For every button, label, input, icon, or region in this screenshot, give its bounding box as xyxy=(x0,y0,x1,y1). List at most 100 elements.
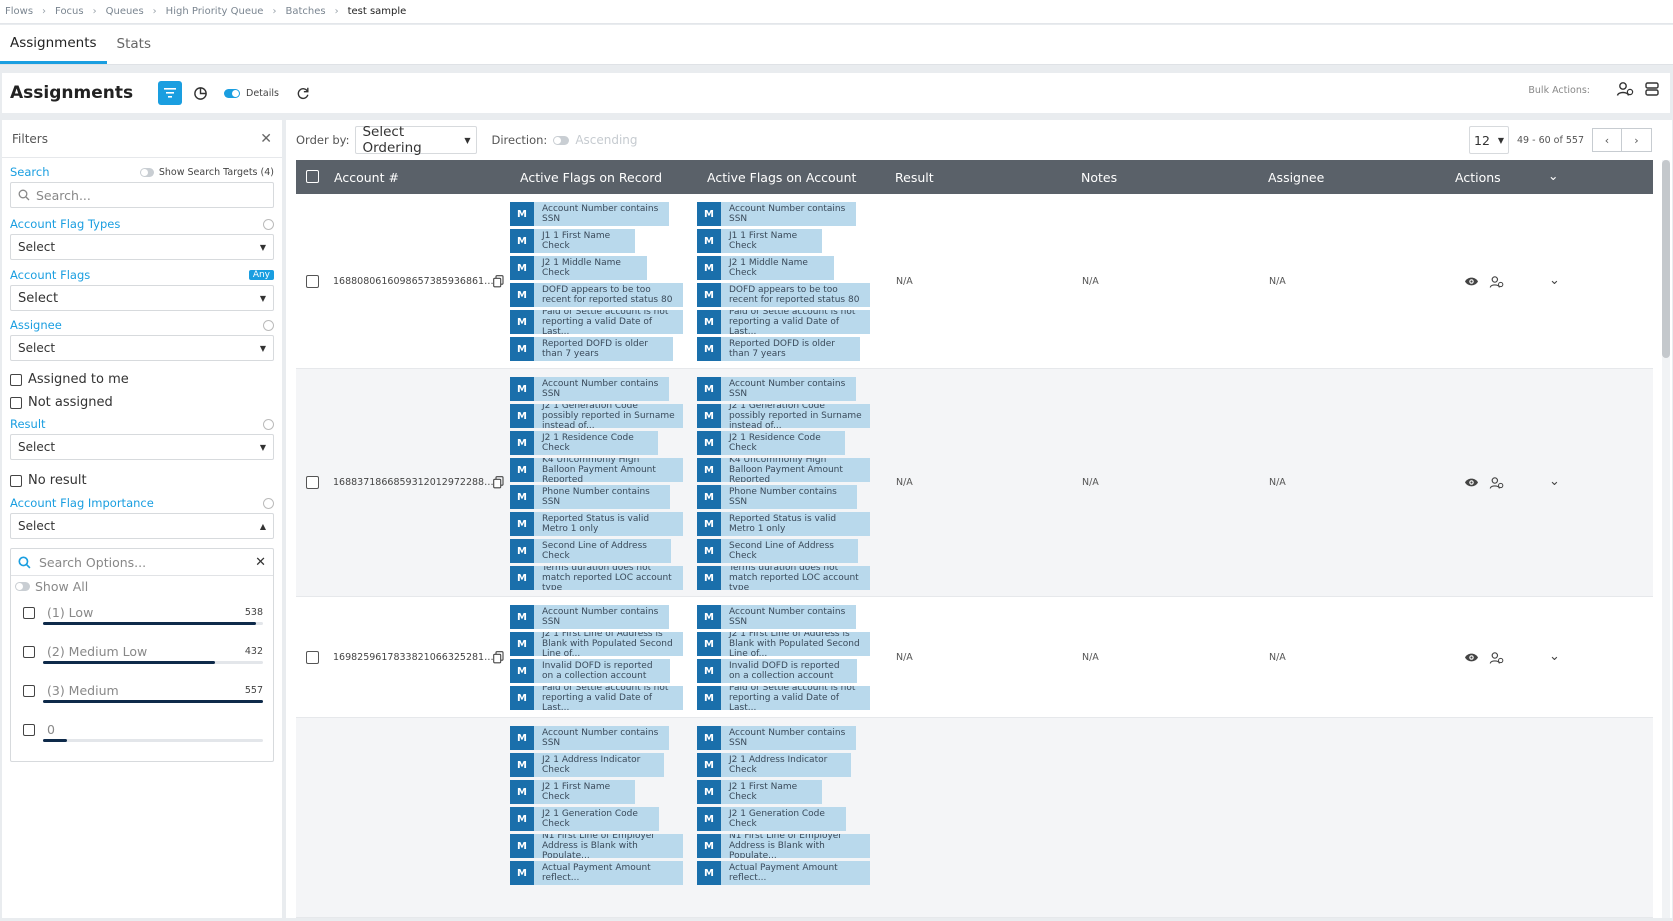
select-all-checkbox[interactable] xyxy=(306,170,319,183)
record-flag[interactable]: M J2 1 Middle Name Check xyxy=(510,256,647,280)
ordering-select[interactable]: Select Ordering ▼ xyxy=(355,124,478,156)
copy-icon[interactable] xyxy=(493,650,504,667)
record-flag[interactable]: M Reported DOFD is older than 7 years xyxy=(510,337,673,361)
row-checkbox[interactable] xyxy=(306,650,319,664)
record-flag[interactable]: M Second Line of Address Check xyxy=(510,539,671,563)
record-flag[interactable]: M Terms duration does not match reported … xyxy=(510,566,683,590)
account-flag[interactable]: M J2 1 Address Indicator Check xyxy=(697,753,851,777)
table-row[interactable]: 16982596178338210663252817592 N/A N/A N/A ⌄ M… xyxy=(296,597,1653,718)
expand-row-icon[interactable]: ⌄ xyxy=(1549,273,1560,288)
details-toggle[interactable] xyxy=(224,88,240,98)
record-flag[interactable]: M J2 1 First Line of Address is Blank wit… xyxy=(510,632,683,656)
importance-select[interactable]: Select ▲ xyxy=(10,513,274,539)
chart-view-button[interactable] xyxy=(188,81,212,105)
options-search-input[interactable]: Search Options... ✕ xyxy=(11,549,273,576)
table-row[interactable]: 16883718668593120129722886518​9 N/A N/A N/A… xyxy=(296,369,1653,597)
page-size-select[interactable]: 12 ▼ xyxy=(1469,126,1510,154)
importance-radio[interactable] xyxy=(263,497,274,509)
account-flag[interactable]: M J2 1 Residence Code Check xyxy=(697,431,845,455)
record-flag[interactable]: M J2 1 Generation Code possibly reported … xyxy=(510,404,683,428)
account-flags-select[interactable]: Select ▼ xyxy=(10,285,274,311)
account-flag[interactable]: M Account Number contains SSN xyxy=(697,605,856,629)
expand-row-icon[interactable]: ⌄ xyxy=(1549,474,1560,489)
account-flag[interactable]: M Reported DOFD is older than 7 years xyxy=(697,337,860,361)
account-flag-types-select[interactable]: Select ▼ xyxy=(10,234,274,260)
row-checkbox[interactable] xyxy=(306,476,319,489)
record-flag[interactable]: M Actual Payment Amount reflect... xyxy=(510,861,683,885)
account-flag[interactable]: M Terms duration does not match reported … xyxy=(697,566,870,590)
copy-icon[interactable] xyxy=(493,476,504,492)
assign-user-icon[interactable] xyxy=(1489,651,1504,668)
column-flags-record[interactable]: Active Flags on Record xyxy=(520,170,662,185)
assign-user-icon[interactable] xyxy=(1489,275,1504,292)
column-result[interactable]: Result xyxy=(895,170,934,185)
record-flag[interactable]: M J2 1 Generation Code Check xyxy=(510,807,659,831)
account-flag[interactable]: M Actual Payment Amount reflect... xyxy=(697,861,870,885)
bulk-database-button[interactable] xyxy=(1644,81,1660,100)
checkbox[interactable] xyxy=(23,723,35,736)
account-flag[interactable]: M Account Number contains SSN xyxy=(697,377,856,401)
record-flag[interactable]: M J2 1 Address Indicator Check xyxy=(510,753,664,777)
record-flag[interactable]: M J1 1 First Name Check xyxy=(510,229,635,253)
search-targets-switch[interactable] xyxy=(139,167,154,177)
checkbox[interactable] xyxy=(23,684,35,697)
account-flag[interactable]: M Second Line of Address Check xyxy=(697,539,858,563)
direction-toggle[interactable] xyxy=(553,135,570,145)
record-flag[interactable]: M Paid or Settle account is not reporting… xyxy=(510,686,683,710)
breadcrumb-batches[interactable]: Batches xyxy=(285,6,325,17)
clear-search-icon[interactable]: ✕ xyxy=(255,555,266,570)
breadcrumb-high-priority-queue[interactable]: High Priority Queue xyxy=(166,6,264,17)
account-flag[interactable]: M J2 1 Middle Name Check xyxy=(697,256,834,280)
tab-assignments[interactable]: Assignments xyxy=(0,35,107,64)
account-flag[interactable]: M J1 1 First Name Check xyxy=(697,229,822,253)
account-flag[interactable]: M DOFD appears to be too recent for repor… xyxy=(697,283,870,307)
search-input[interactable]: Search... xyxy=(10,182,274,208)
account-flag[interactable]: M N1 First Line of Employer Address is Bl… xyxy=(697,834,870,858)
account-flag[interactable]: M Invalid DOFD is reported on a collectio… xyxy=(697,659,857,683)
column-assignee[interactable]: Assignee xyxy=(1268,170,1324,185)
importance-option[interactable]: (1) Low 538 xyxy=(23,605,263,625)
show-search-targets-toggle[interactable]: Show Search Targets (4) xyxy=(139,167,274,178)
assignee-radio[interactable] xyxy=(263,319,274,331)
result-select[interactable]: Select ▼ xyxy=(10,434,274,460)
record-flag[interactable]: M Account Number contains SSN xyxy=(510,202,669,226)
column-flags-account[interactable]: Active Flags on Account xyxy=(707,170,856,185)
record-flag[interactable]: M Account Number contains SSN xyxy=(510,605,669,629)
importance-option[interactable]: (2) Medium Low 432 xyxy=(23,644,263,664)
tab-stats[interactable]: Stats xyxy=(107,36,161,64)
no-result-checkbox[interactable]: No result xyxy=(10,473,274,488)
record-flag[interactable]: M Paid or Settle account is not reporting… xyxy=(510,310,683,334)
prev-page-button[interactable]: ‹ xyxy=(1592,128,1622,152)
record-flag[interactable]: M K4 Uncommonly High Balloon Payment Amou… xyxy=(510,458,683,482)
column-notes[interactable]: Notes xyxy=(1081,170,1117,185)
checkbox[interactable] xyxy=(23,606,35,619)
view-icon[interactable] xyxy=(1464,476,1479,492)
account-flag[interactable]: M J2 1 Generation Code possibly reported … xyxy=(697,404,870,428)
scrollbar[interactable] xyxy=(1662,160,1670,918)
record-flag[interactable]: M N1 First Line of Employer Address is Bl… xyxy=(510,834,683,858)
filter-toggle-button[interactable] xyxy=(158,81,182,105)
refresh-button[interactable] xyxy=(291,81,315,105)
record-flag[interactable]: M Invalid DOFD is reported on a collectio… xyxy=(510,659,670,683)
account-flag[interactable]: M Account Number contains SSN xyxy=(697,726,856,750)
importance-option[interactable]: 0 xyxy=(23,722,263,742)
record-flag[interactable]: M Account Number contains SSN xyxy=(510,377,669,401)
table-row[interactable]: M Account Number contains SSN M J2 1 Addres… xyxy=(296,718,1653,918)
checkbox[interactable] xyxy=(10,396,22,409)
show-all-switch[interactable] xyxy=(15,582,30,591)
breadcrumb-focus[interactable]: Focus xyxy=(55,6,84,17)
record-flag[interactable]: M J2 1 Residence Code Check xyxy=(510,431,658,455)
view-icon[interactable] xyxy=(1464,651,1479,667)
column-account[interactable]: Account # xyxy=(334,170,399,185)
breadcrumb-flows[interactable]: Flows xyxy=(5,6,33,17)
scrollbar-thumb[interactable] xyxy=(1662,160,1670,358)
close-filters-icon[interactable]: ✕ xyxy=(260,131,272,147)
any-badge[interactable]: Any xyxy=(248,270,274,280)
account-flag[interactable]: M J2 1 First Line of Address is Blank wit… xyxy=(697,632,870,656)
account-flag[interactable]: M K4 Uncommonly High Balloon Payment Amou… xyxy=(697,458,870,482)
not-assigned-checkbox[interactable]: Not assigned xyxy=(10,395,274,410)
account-flag-types-radio[interactable] xyxy=(263,218,274,230)
assigned-to-me-checkbox[interactable]: Assigned to me xyxy=(10,372,274,387)
view-icon[interactable] xyxy=(1464,275,1479,291)
next-page-button[interactable]: › xyxy=(1622,128,1652,152)
